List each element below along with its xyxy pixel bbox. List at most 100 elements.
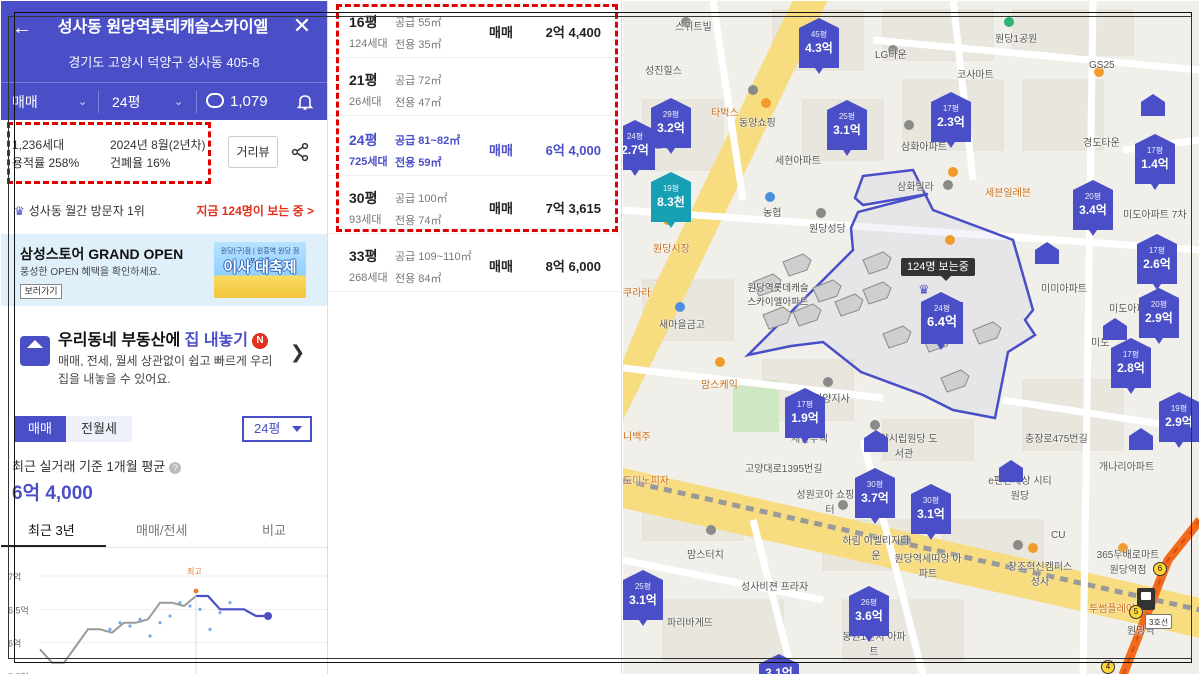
pin-size: 45평 xyxy=(810,30,828,39)
chevron-down-icon: ⌄ xyxy=(174,96,184,108)
arrow-left-icon[interactable]: ← xyxy=(12,16,32,40)
chart-scatter-point xyxy=(188,604,192,608)
pin-size: 30평 xyxy=(922,496,940,505)
tab-rent[interactable]: 전월세 xyxy=(66,416,132,442)
row-exclusive-area: 전용 59㎡ xyxy=(395,157,442,169)
station-number-badge: 5 xyxy=(1129,605,1143,619)
bell-icon[interactable] xyxy=(296,93,314,111)
map-pin-small[interactable] xyxy=(1103,318,1127,340)
share-icon[interactable] xyxy=(290,142,310,162)
map-price-pin[interactable]: 24평 6.4억 xyxy=(921,292,963,350)
pyeong-row[interactable]: 21평 26세대 공급 72㎡ 전용 47㎡ xyxy=(329,58,622,116)
pin-size: 17평 xyxy=(1148,246,1166,255)
pyeong-select[interactable]: 24평 xyxy=(242,416,312,442)
visitor-rank-text: 성사동 월간 방문자 1위 xyxy=(28,204,145,218)
pyeong-row[interactable]: 30평 93세대 공급 100㎡ 전용 74㎡ 매매 7억 3,615 xyxy=(329,176,622,234)
pin-price: 3.4억 xyxy=(1079,203,1107,217)
map-price-pin[interactable]: 26평 3.6억 xyxy=(849,586,889,642)
row-pyeong: 16평 xyxy=(349,14,378,30)
row-exclusive-area: 전용 84㎡ xyxy=(395,273,442,285)
map-price-pin[interactable]: 19평 8.3천 xyxy=(651,172,691,228)
map-price-pin[interactable]: 24평 2.7억 xyxy=(623,120,655,176)
map-price-pin[interactable]: 25평 3.1억 xyxy=(827,100,867,156)
visitor-strip: ♛ 성사동 월간 방문자 1위 지금 124명이 보는 중 > xyxy=(0,196,327,224)
map-pin-small[interactable] xyxy=(1141,94,1165,116)
pyeong-dropdown[interactable]: 24평 ⌄ xyxy=(112,83,192,121)
map-place-label: 맘스터치 xyxy=(687,550,724,561)
tab-sale[interactable]: 매매 xyxy=(14,416,66,442)
map-price-pin[interactable]: 25평 3.1억 xyxy=(623,570,663,626)
building-coverage-text: 건폐율 16% xyxy=(110,156,171,170)
map-pin-small[interactable] xyxy=(1129,428,1153,450)
divider xyxy=(98,91,99,113)
map-place-label: 미미아파트 xyxy=(1041,284,1087,295)
map-place-label: 창조혁신캠퍼스 성사 xyxy=(1007,562,1073,588)
station-number-badge: 6 xyxy=(1153,562,1167,576)
chart-scatter-point xyxy=(108,627,112,631)
row-price: 8억 6,000 xyxy=(545,259,601,274)
map-price-pin[interactable]: 17평 2.3억 xyxy=(931,92,971,148)
chart-scatter-point xyxy=(168,614,172,618)
pyeong-row[interactable]: 24평 725세대 공급 81~82㎡ 전용 59㎡ 매매 6억 4,000 xyxy=(329,118,622,176)
map-place-label: 성진힐스 xyxy=(645,66,682,77)
line-badge: 3호선 xyxy=(1145,614,1173,629)
map-price-pin[interactable]: 29평 3.2억 xyxy=(651,98,691,154)
map-price-pin[interactable]: 17평 1.4억 xyxy=(1135,134,1175,190)
map-price-pin[interactable]: 17평 2.6억 xyxy=(1137,234,1177,290)
map-view[interactable]: 스위트빌 LG타운 원당1공원 성진힐스 코사마트 GS25 타벅스 동양쇼핑 삼화아파트 경도타… xyxy=(623,0,1200,675)
pin-price: 1.4억 xyxy=(1141,157,1169,171)
pin-size: 19평 xyxy=(662,184,680,193)
map-pin-small[interactable] xyxy=(864,430,888,452)
pyeong-row[interactable]: 16평 124세대 공급 55㎡ 전용 35㎡ 매매 2억 4,400 xyxy=(329,0,622,58)
viewing-now-link[interactable]: 지금 124명이 보는 중 > xyxy=(196,202,314,219)
street-view-button[interactable]: 거리뷰 xyxy=(228,136,278,168)
map-pin-small[interactable] xyxy=(1035,242,1059,264)
crown-icon: ♛ xyxy=(14,204,25,218)
banner-cta-button[interactable]: 보러가기 xyxy=(20,284,62,299)
map-price-pin[interactable]: 45평 4.3억 xyxy=(799,18,839,74)
map-price-pin[interactable]: 30평 3.1억 xyxy=(911,484,951,540)
trade-type-dropdown[interactable]: 매매 ⌄ xyxy=(12,83,92,121)
price-chart: 7억 6.5억 6억 5.5억 최고 xyxy=(8,566,327,675)
close-icon[interactable]: ✕ xyxy=(292,14,312,38)
detail-panel: ← 성사동 원당역롯데캐슬스카이엘 ✕ 경기도 고양시 덕양구 성사동 405-… xyxy=(0,0,328,675)
pin-size: 17평 xyxy=(1122,350,1140,359)
map-place-label: 원당시장 xyxy=(653,244,690,255)
chart-peak-marker xyxy=(193,588,199,594)
comments-button[interactable]: 1,079 xyxy=(206,83,268,121)
complex-address: 경기도 고양시 덕양구 성사동 405-8 xyxy=(68,55,260,70)
map-place-label: 삼화빌라 xyxy=(897,182,934,193)
banner-subtitle: 풍성한 OPEN 혜택을 확인하세요. xyxy=(20,267,161,278)
built-date-text: 2024년 8월(2년차) xyxy=(110,138,206,152)
map-price-pin[interactable]: 20평 3.4억 xyxy=(1073,180,1113,236)
chart-scatter-point xyxy=(128,624,132,628)
map-price-pin[interactable]: 19평 2.9억 xyxy=(1159,392,1199,448)
tab-range-compare[interactable]: 비교 xyxy=(262,520,286,539)
comment-count: 1,079 xyxy=(230,93,268,110)
map-place-label: 고양대로1395번길 xyxy=(745,464,823,475)
map-pin-small[interactable] xyxy=(999,460,1023,482)
map-place-label: 원당역세띠앙 아파트 xyxy=(894,554,962,580)
map-price-pin[interactable]: 30평 3.7억 xyxy=(855,468,895,524)
pin-size: 24평 xyxy=(933,304,951,313)
map-price-pin[interactable]: 20평 2.9억 xyxy=(1139,288,1179,344)
chevron-down-icon: ⌄ xyxy=(78,96,88,108)
visitor-rank: ♛ 성사동 월간 방문자 1위 xyxy=(14,202,145,219)
pyeong-row[interactable]: 33평 268세대 공급 109~110㎡ 전용 84㎡ 매매 8억 6,000 xyxy=(329,234,622,292)
chevron-right-icon: ❯ xyxy=(290,342,306,362)
ad-banner[interactable]: 삼성스토어 GRAND OPEN 풍성한 OPEN 혜택을 확인하세요. 보러가… xyxy=(0,234,327,306)
list-my-home-promo[interactable]: 우리동네 부동산에 집 내놓기 N 매매, 전세, 월세 상관없이 쉽고 빠르게 … xyxy=(0,312,327,396)
pin-price: 3.1억 xyxy=(833,123,861,137)
viewers-badge: 124명 보는중 xyxy=(901,258,975,281)
row-pyeong: 21평 xyxy=(349,72,378,88)
map-price-pin[interactable]: 17평 1.9억 xyxy=(785,388,825,444)
row-exclusive-area: 전용 47㎡ xyxy=(395,97,442,109)
help-icon[interactable]: ? xyxy=(169,462,182,474)
house-icon xyxy=(20,336,50,366)
map-price-pin[interactable]: 3.1억 xyxy=(759,654,799,675)
caret-down-icon xyxy=(292,426,302,432)
tab-range-sale-jeonse[interactable]: 매매/전세 xyxy=(136,520,187,539)
map-price-pin[interactable]: 17평 2.8억 xyxy=(1111,338,1151,394)
tab-range-3y[interactable]: 최근 3년 xyxy=(28,520,75,539)
trade-type-label: 매매 xyxy=(12,94,38,110)
